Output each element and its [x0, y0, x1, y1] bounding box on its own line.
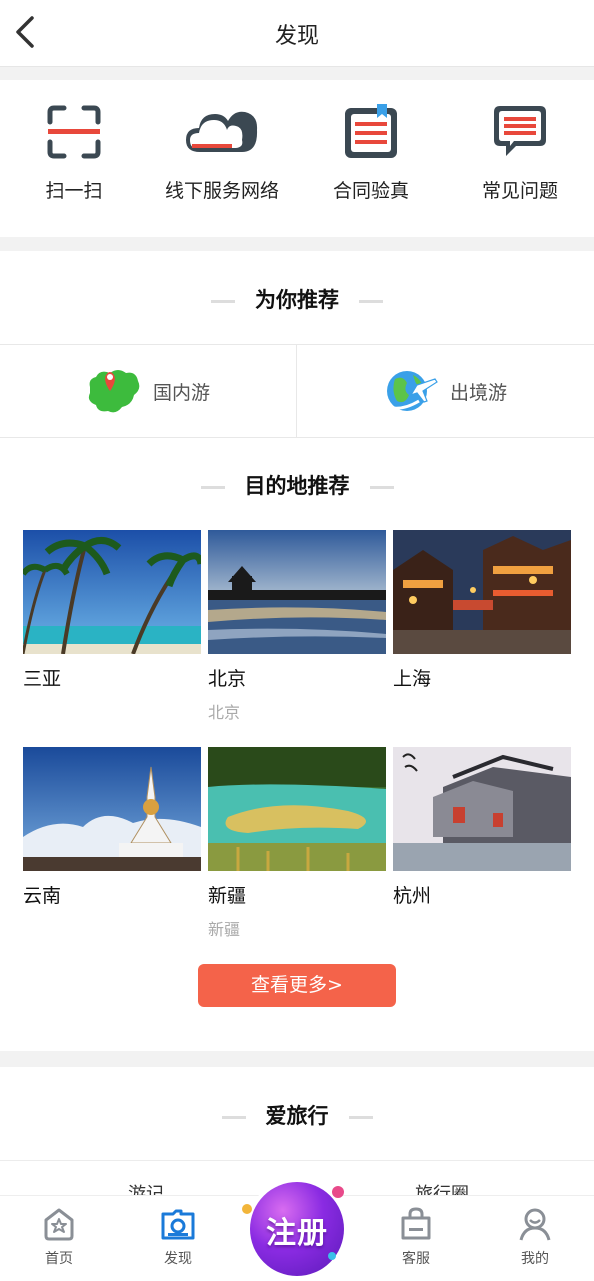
tool-label: 合同验真	[332, 180, 409, 202]
divider-dash	[359, 299, 383, 303]
register-label: 注册	[266, 1216, 328, 1251]
destination-card-hangzhou[interactable]: 杭州	[393, 747, 571, 908]
top-bar: 发现	[0, 0, 594, 67]
destination-name: 杭州	[393, 885, 432, 907]
tabbar-item-mine[interactable]: 我的	[495, 1206, 575, 1268]
tabbar-label: 我的	[521, 1251, 549, 1267]
tab-label: 国内游	[153, 382, 211, 404]
decor-dot	[332, 1186, 344, 1198]
destination-name: 新疆	[208, 885, 247, 907]
divider-dash	[221, 1115, 246, 1119]
destinations-title: 目的地推荐	[0, 470, 594, 500]
destination-card-xinjiang[interactable]: 新疆 新疆	[208, 747, 386, 940]
home-icon	[44, 1208, 74, 1241]
tabbar-label: 首页	[45, 1251, 73, 1267]
globe-plane-icon	[382, 371, 438, 411]
destination-name: 三亚	[23, 668, 62, 690]
china-map-icon	[88, 370, 140, 413]
destination-image	[208, 530, 386, 654]
tool-faq[interactable]: 常见问题	[446, 102, 594, 203]
tool-offline-network[interactable]: 线下服务网络	[148, 102, 296, 203]
tool-grid: 扫一扫 线下服务网络 合同验真 常见问题	[0, 80, 594, 237]
tool-label: 常见问题	[481, 180, 558, 202]
contract-icon	[345, 104, 397, 158]
section-divider	[0, 1160, 594, 1161]
recommend-title: 为你推荐	[0, 284, 594, 314]
destination-image	[23, 530, 201, 654]
tabbar-item-discover[interactable]: 发现	[138, 1206, 218, 1268]
destination-image	[393, 530, 571, 654]
tabbar-item-home[interactable]: 首页	[19, 1206, 99, 1268]
destination-card-sanya[interactable]: 三亚	[23, 530, 201, 691]
tabbar-item-service[interactable]: 客服	[376, 1206, 456, 1268]
destinations-title-text: 目的地推荐	[244, 474, 350, 498]
divider-dash	[348, 1115, 373, 1119]
view-more-button[interactable]: 查看更多>	[198, 964, 396, 1007]
register-button[interactable]: 注册	[242, 1182, 344, 1276]
love-travel-section	[0, 1067, 594, 1195]
destination-subtitle: 北京	[208, 703, 241, 722]
divider-dash	[200, 485, 225, 489]
user-icon	[519, 1208, 551, 1241]
divider-dash	[211, 299, 235, 303]
tool-scan[interactable]: 扫一扫	[0, 102, 148, 203]
scan-icon	[47, 105, 101, 159]
tabbar-label: 发现	[164, 1251, 192, 1267]
tool-label: 线下服务网络	[164, 180, 279, 202]
travel-type-tabs: 国内游 出境游	[0, 344, 594, 438]
destination-name: 云南	[23, 885, 62, 907]
destination-name: 上海	[393, 668, 432, 690]
tool-label: 扫一扫	[45, 180, 103, 202]
love-travel-title-text: 爱旅行	[265, 1104, 329, 1128]
tab-domestic[interactable]: 国内游	[0, 345, 296, 437]
faq-icon	[494, 106, 546, 156]
decor-dot	[328, 1252, 336, 1260]
cloud-icon	[186, 111, 258, 152]
tool-contract-verify[interactable]: 合同验真	[297, 102, 445, 203]
recommend-title-text: 为你推荐	[255, 288, 339, 312]
tabbar-label: 客服	[402, 1251, 430, 1267]
destination-card-yunnan[interactable]: 云南	[23, 747, 201, 908]
destination-card-shanghai[interactable]: 上海	[393, 530, 571, 691]
tab-label: 出境游	[450, 382, 508, 404]
love-travel-title: 爱旅行	[0, 1100, 594, 1130]
destination-image	[208, 747, 386, 871]
destination-subtitle: 新疆	[208, 920, 241, 939]
destination-image	[23, 747, 201, 871]
destination-image	[393, 747, 571, 871]
discover-icon	[161, 1209, 195, 1240]
divider-dash	[369, 485, 394, 489]
destination-name: 北京	[208, 668, 247, 690]
service-bag-icon	[401, 1207, 431, 1240]
destination-card-beijing[interactable]: 北京 北京	[208, 530, 386, 723]
tab-outbound[interactable]: 出境游	[297, 345, 593, 437]
page-title: 发现	[274, 24, 319, 49]
